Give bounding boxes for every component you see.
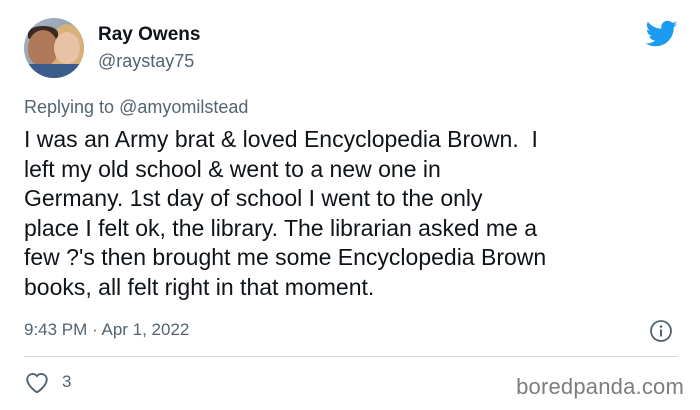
info-icon[interactable] xyxy=(649,319,673,343)
tweet-actions: 3 xyxy=(24,370,71,394)
avatar[interactable] xyxy=(24,18,84,78)
replying-to: Replying to @amyomilstead xyxy=(24,95,248,119)
reply-mention-link[interactable]: @amyomilstead xyxy=(119,97,248,117)
tweet-card: Ray Owens @raystay75 Replying to @amyomi… xyxy=(0,0,700,410)
tweet-text: I was an Army brat & loved Encyclopedia … xyxy=(24,126,547,300)
replying-to-label: Replying to xyxy=(24,97,120,117)
like-count: 3 xyxy=(62,372,72,391)
author-names: Ray Owens @raystay75 xyxy=(98,23,200,73)
tweet-header: Ray Owens @raystay75 xyxy=(24,18,200,78)
tweet-timestamp[interactable]: 9:43 PM · Apr 1, 2022 xyxy=(24,318,189,342)
watermark: boredpanda.com xyxy=(516,374,684,399)
divider xyxy=(24,356,678,357)
display-name[interactable]: Ray Owens xyxy=(98,23,200,47)
heart-icon[interactable] xyxy=(24,370,50,394)
user-handle[interactable]: @raystay75 xyxy=(98,49,200,73)
twitter-bird-icon[interactable] xyxy=(646,20,678,48)
